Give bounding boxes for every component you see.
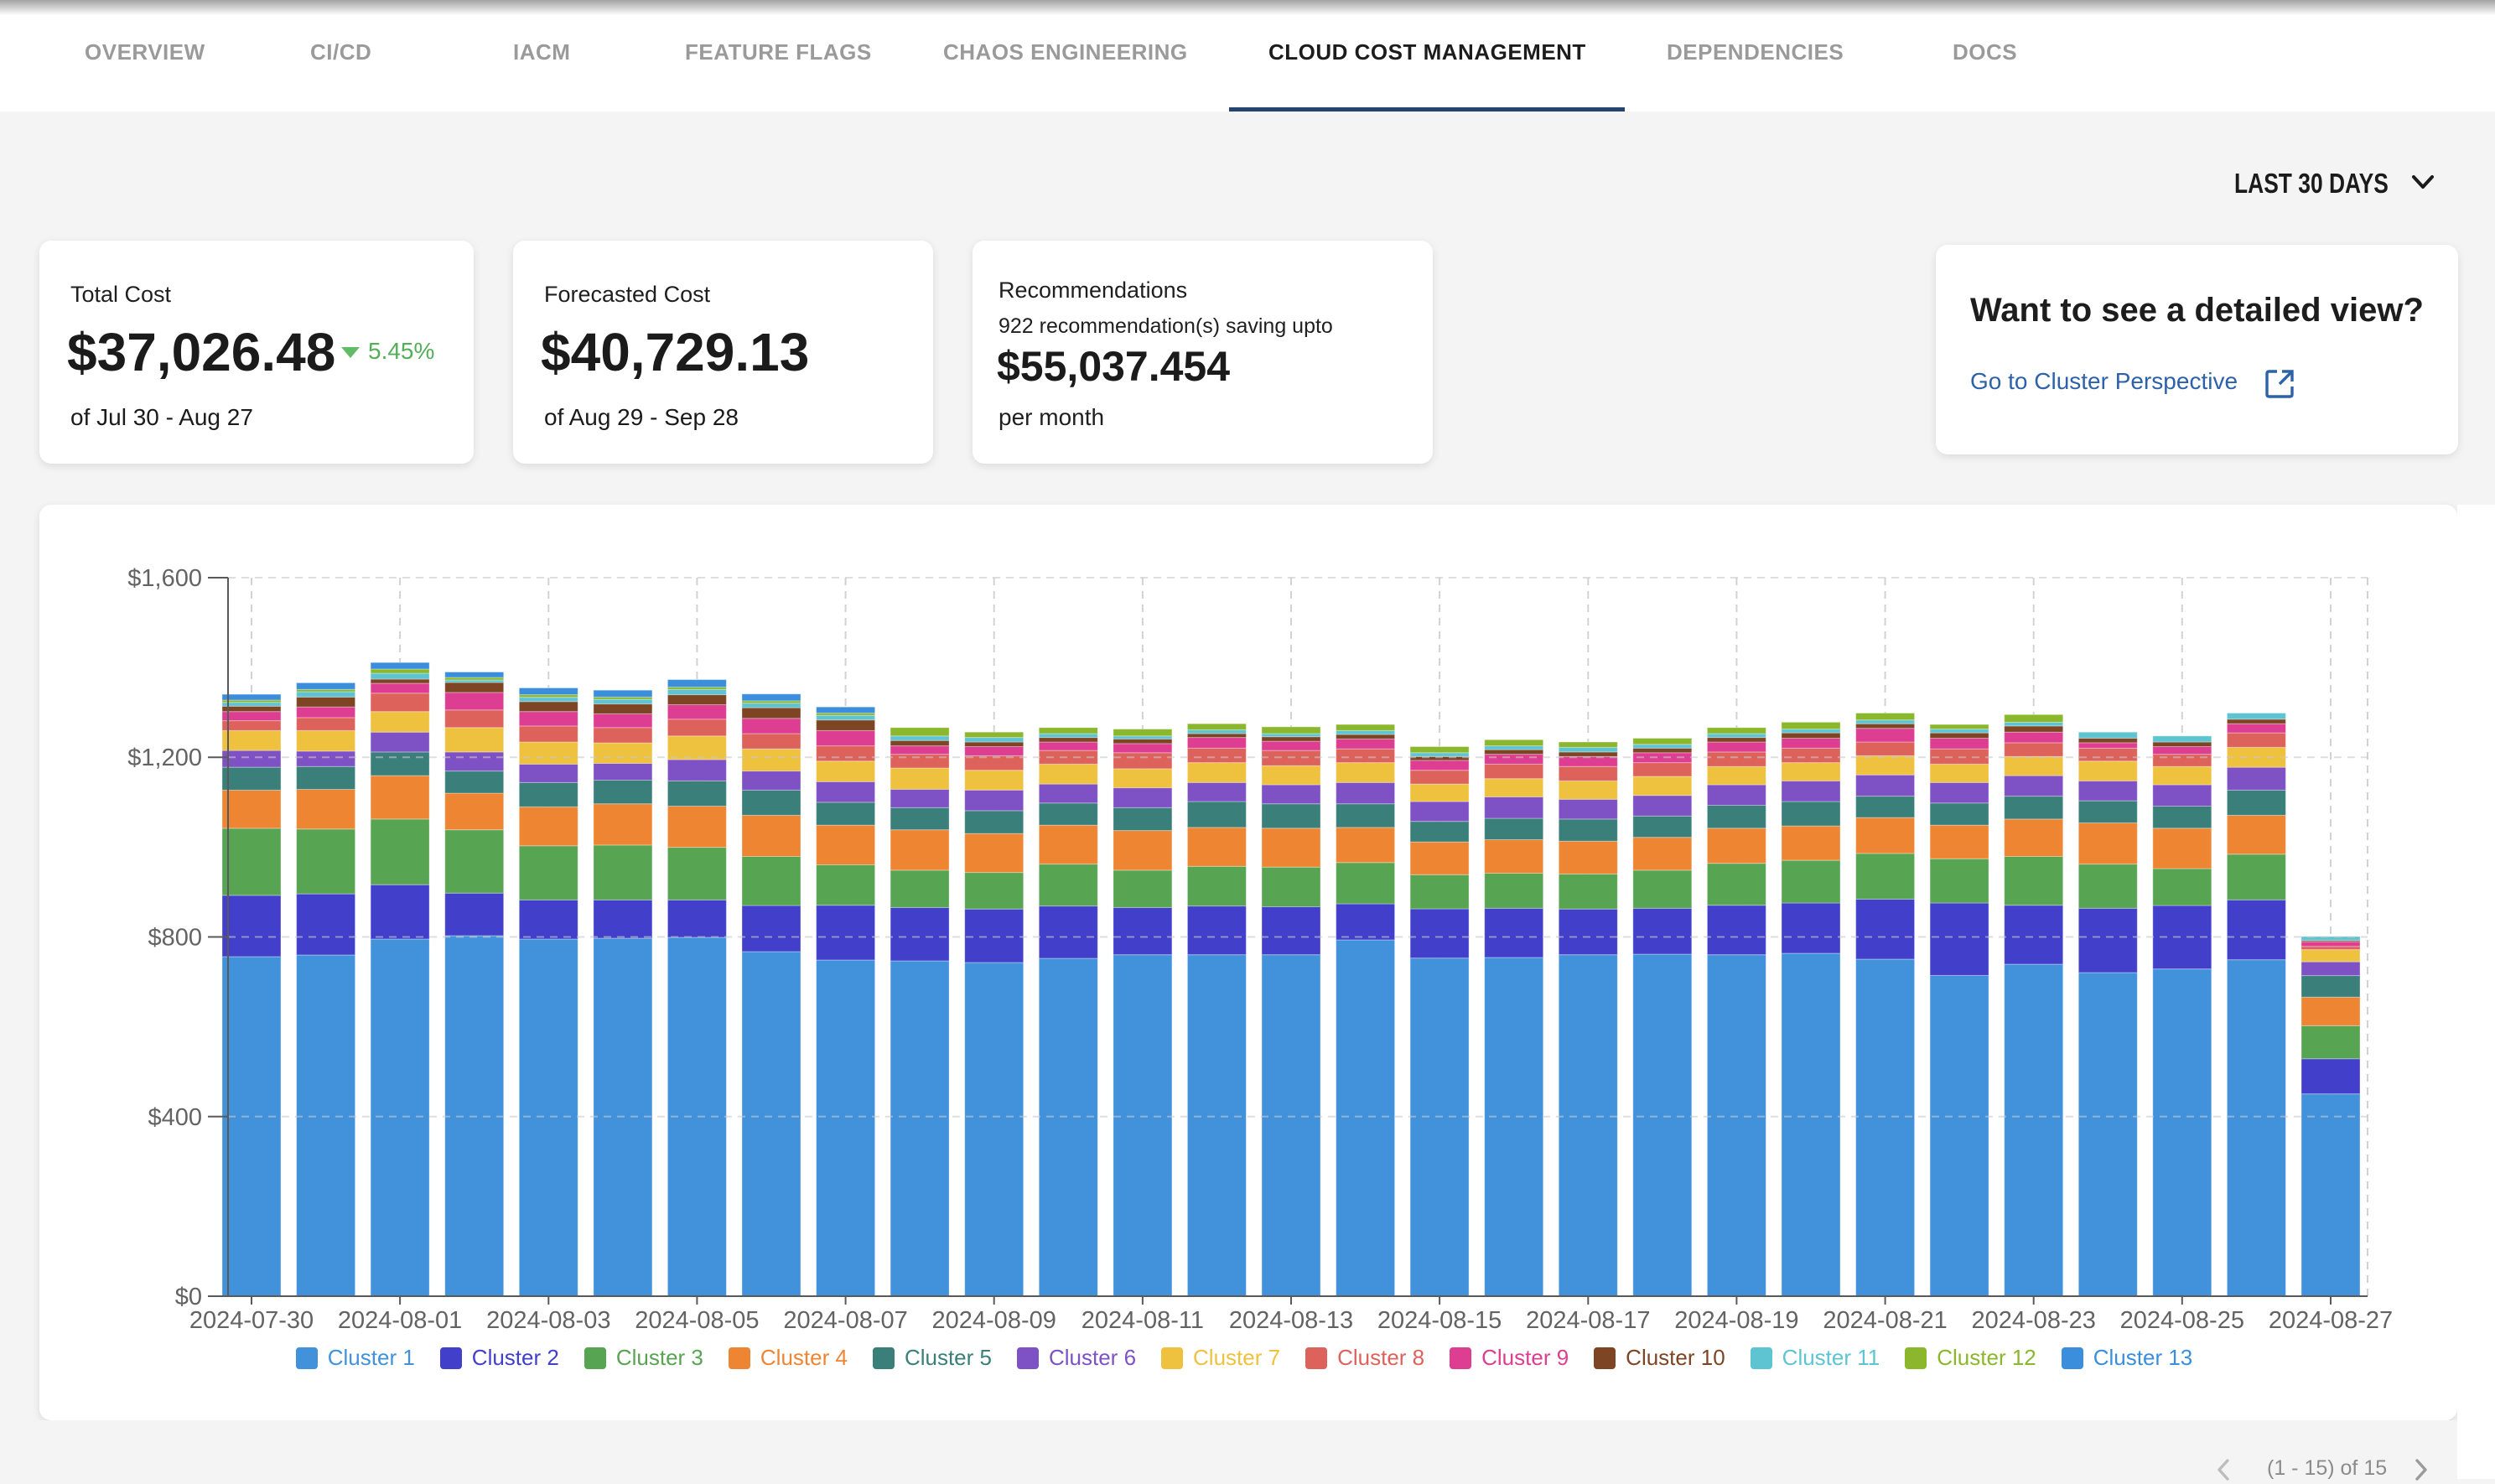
svg-text:$800: $800 [148,925,202,952]
svg-text:2024-08-03: 2024-08-03 [486,1307,610,1334]
svg-text:2024-08-25: 2024-08-25 [2120,1307,2244,1334]
svg-text:2024-08-13: 2024-08-13 [1229,1307,1353,1334]
svg-text:2024-07-30: 2024-07-30 [189,1307,314,1334]
svg-text:$1,600: $1,600 [127,565,202,592]
svg-text:$400: $400 [148,1104,202,1131]
svg-text:$1,200: $1,200 [127,745,202,771]
svg-text:2024-08-19: 2024-08-19 [1674,1307,1798,1334]
svg-text:2024-08-23: 2024-08-23 [1972,1307,2096,1334]
svg-text:2024-08-09: 2024-08-09 [932,1307,1056,1334]
svg-text:2024-08-01: 2024-08-01 [338,1307,462,1334]
svg-text:2024-08-07: 2024-08-07 [783,1307,907,1334]
svg-text:2024-08-27: 2024-08-27 [2269,1307,2393,1334]
svg-text:2024-08-15: 2024-08-15 [1377,1307,1502,1334]
svg-text:2024-08-11: 2024-08-11 [1082,1307,1204,1334]
svg-text:2024-08-05: 2024-08-05 [635,1307,759,1334]
svg-text:2024-08-17: 2024-08-17 [1526,1307,1650,1334]
svg-text:2024-08-21: 2024-08-21 [1823,1307,1947,1334]
